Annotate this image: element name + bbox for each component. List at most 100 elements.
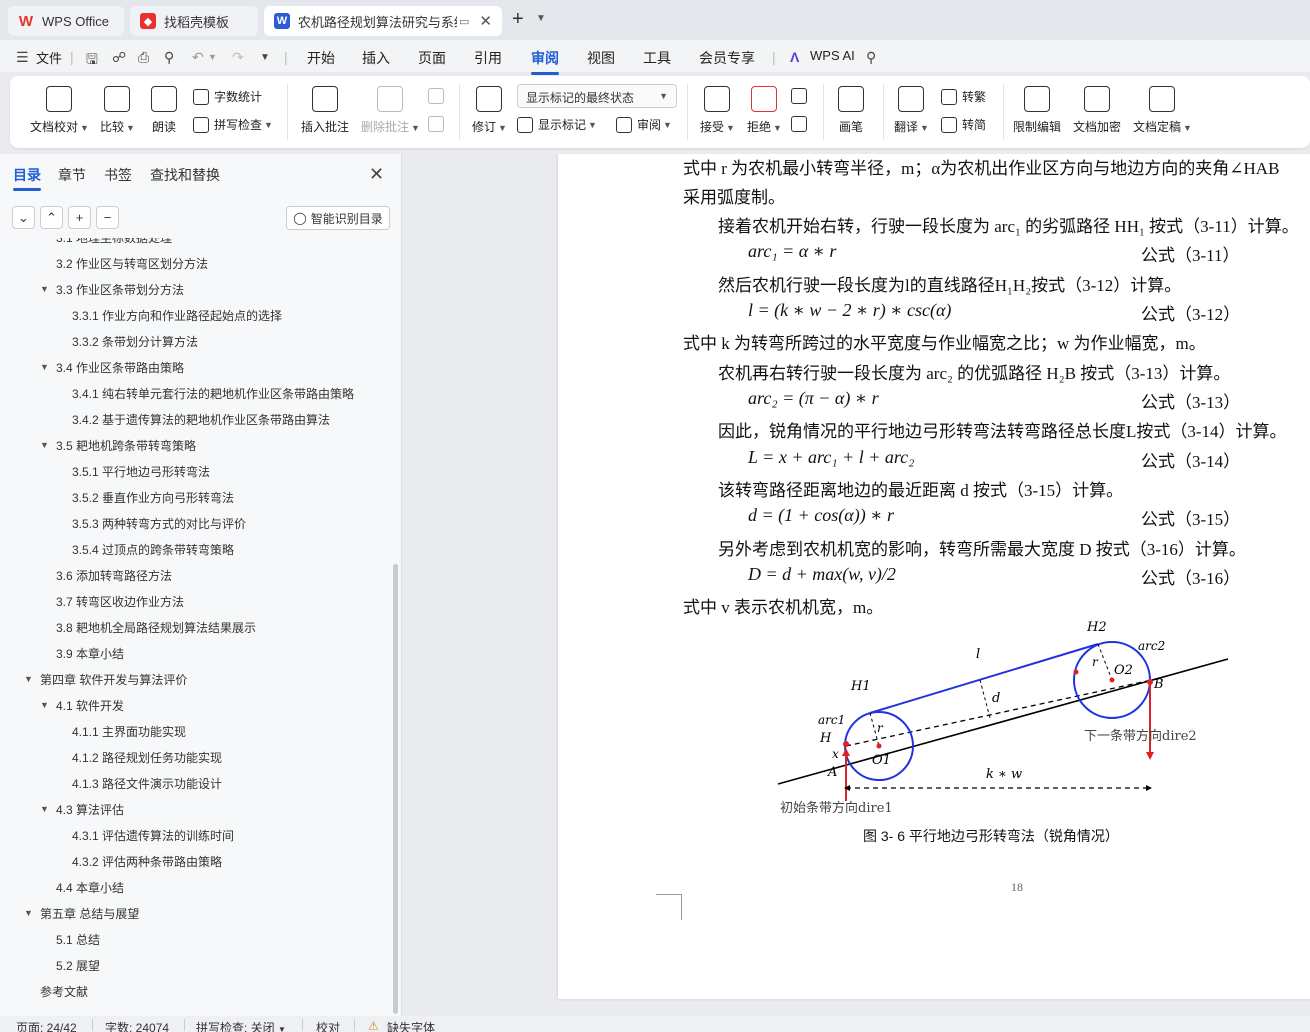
toc-item[interactable]: 4.1.2 路径规划任务功能实现 <box>72 749 222 766</box>
status-page[interactable]: 页面: 24/42 <box>16 1019 77 1032</box>
review-pane-button[interactable]: 审阅 ▼ <box>616 116 672 133</box>
expand-caret-icon[interactable]: ▼ <box>40 700 49 710</box>
markup-state-select[interactable]: 显示标记的最终状态 ▼ <box>517 84 677 108</box>
quick-access-more-icon[interactable]: ▼ <box>260 52 270 63</box>
redo-icon[interactable]: ↷ <box>232 49 244 66</box>
to-simplified-button[interactable]: 转简 <box>941 116 986 133</box>
expand-caret-icon[interactable]: ▼ <box>40 362 49 372</box>
undo-dropdown-icon[interactable]: ▼ <box>208 52 217 62</box>
toc-item[interactable]: 3.5.1 平行地边弓形转弯法 <box>72 463 210 480</box>
link-icon[interactable]: ☍ <box>112 49 126 66</box>
expand-caret-icon[interactable]: ▼ <box>24 674 33 684</box>
menu-file[interactable]: 文件 <box>36 48 62 67</box>
tab-find-template[interactable]: ◆ 找稻壳模板 <box>130 6 258 36</box>
menu-tools[interactable]: 工具 <box>643 48 671 68</box>
status-proofread[interactable]: 校对 <box>316 1019 340 1032</box>
hamburger-menu-icon[interactable]: ☰ <box>16 49 29 66</box>
tab-wps-office[interactable]: W WPS Office <box>8 6 124 36</box>
toc-item[interactable]: 3.3.1 作业方向和作业路径起始点的选择 <box>72 307 282 324</box>
search-icon[interactable]: ⚲ <box>866 49 876 66</box>
save-icon[interactable]: 🖫 <box>86 49 98 73</box>
document-page[interactable]: 式中 r 为农机最小转弯半径，m；α为农机出作业区方向与地边方向的夹角∠HAB … <box>558 154 1310 999</box>
toc-item[interactable]: 3.5.3 两种转弯方式的对比与评价 <box>72 515 246 532</box>
toc-item[interactable]: 3.9 本章小结 <box>56 645 124 662</box>
toc-item[interactable]: 第四章 软件开发与算法评价 <box>40 671 187 688</box>
insert-comment-button[interactable]: 插入批注 <box>301 86 349 135</box>
doc-proofread-button[interactable]: 文档校对 ▼ <box>30 86 89 135</box>
toc-item[interactable]: 3.5 耙地机跨条带转弯策略 <box>56 437 196 454</box>
toc-item[interactable]: 第五章 总结与展望 <box>40 905 139 922</box>
toc-item[interactable]: 3.5.2 垂直作业方向弓形转弯法 <box>72 489 234 506</box>
to-traditional-button[interactable]: 转繁 <box>941 88 986 105</box>
tab-sections[interactable]: 章节 <box>58 165 86 185</box>
print-preview-icon[interactable]: ⚲ <box>164 49 174 66</box>
expand-caret-icon[interactable]: ▼ <box>24 908 33 918</box>
toc-item[interactable]: 4.1 软件开发 <box>56 697 124 714</box>
read-aloud-button[interactable]: 朗读 <box>151 86 177 135</box>
status-missing-font[interactable]: 缺失字体 <box>387 1019 435 1032</box>
remove-heading-button[interactable]: − <box>96 206 119 229</box>
menu-wps-ai[interactable]: WPS AI <box>810 48 855 63</box>
toc-item[interactable]: 3.6 添加转弯路径方法 <box>56 567 172 584</box>
toc-item[interactable]: 4.4 本章小结 <box>56 879 124 896</box>
toc-item[interactable]: 3.3.2 条带划分计算方法 <box>72 333 198 350</box>
menu-home[interactable]: 开始 <box>307 48 335 68</box>
collapse-all-button[interactable]: ⌄ <box>12 206 35 229</box>
expand-caret-icon[interactable]: ▼ <box>40 284 49 294</box>
menu-reference[interactable]: 引用 <box>474 48 502 68</box>
tab-list-chevron-icon[interactable]: ▼ <box>536 13 546 24</box>
toc-item[interactable]: 3.4.2 基于遗传算法的耙地机作业区条带路由算法 <box>72 411 330 428</box>
accept-button[interactable]: 接受 ▼ <box>700 86 735 135</box>
toc-item[interactable]: 3.1 地理坐标数据处理 <box>56 238 172 246</box>
expand-caret-icon[interactable]: ▼ <box>40 804 49 814</box>
restrict-edit-button[interactable]: 限制编辑 <box>1013 86 1061 135</box>
menu-member[interactable]: 会员专享 <box>699 48 755 68</box>
doc-finalize-button[interactable]: 文档定稿 ▼ <box>1133 86 1192 135</box>
show-markup-button[interactable]: 显示标记 ▼ <box>517 116 597 133</box>
tab-find-replace[interactable]: 查找和替换 <box>150 165 220 185</box>
toc-item[interactable]: 5.2 展望 <box>56 957 100 974</box>
toc-item[interactable]: 3.4 作业区条带路由策略 <box>56 359 184 376</box>
pen-button[interactable]: 画笔 <box>838 86 864 135</box>
toc-item[interactable]: 3.7 转弯区收边作业方法 <box>56 593 184 610</box>
new-tab-plus-icon[interactable]: + <box>512 8 524 31</box>
toc-item[interactable]: 3.3 作业区条带划分方法 <box>56 281 184 298</box>
toc-item[interactable]: 4.3.2 评估两种条带路由策略 <box>72 853 222 870</box>
status-word-count[interactable]: 字数: 24074 <box>105 1019 169 1032</box>
reject-button[interactable]: 拒绝 ▼ <box>747 86 782 135</box>
add-heading-button[interactable]: + <box>68 206 91 229</box>
menu-page[interactable]: 页面 <box>418 48 446 68</box>
menu-view[interactable]: 视图 <box>587 48 615 68</box>
tab-bookmarks[interactable]: 书签 <box>104 165 132 185</box>
tab-close-icon[interactable]: ✕ <box>479 12 492 30</box>
status-spell-check[interactable]: 拼写检查: 关闭 ▼ <box>196 1019 286 1032</box>
translate-button[interactable]: 翻译 ▼ <box>894 86 929 135</box>
expand-caret-icon[interactable]: ▼ <box>40 440 49 450</box>
toc-item[interactable]: 4.1.3 路径文件演示功能设计 <box>72 775 222 792</box>
word-count-button[interactable]: 字数统计 <box>193 88 262 105</box>
toc-item[interactable]: 3.5.4 过顶点的跨条带转弯策略 <box>72 541 234 558</box>
track-changes-button[interactable]: 修订 ▼ <box>472 86 507 135</box>
toc-item[interactable]: 4.3 算法评估 <box>56 801 124 818</box>
doc-encrypt-button[interactable]: 文档加密 <box>1073 86 1121 135</box>
toc-scrollbar[interactable] <box>393 564 398 1014</box>
toc-item[interactable]: 3.8 耙地机全局路径规划算法结果展示 <box>56 619 256 636</box>
previous-comment-button[interactable] <box>428 88 449 104</box>
next-comment-button[interactable] <box>428 116 449 132</box>
undo-icon[interactable]: ↶ <box>192 49 204 66</box>
toc-item[interactable]: 3.4.1 纯右转单元套行法的耙地机作业区条带路由策略 <box>72 385 354 402</box>
next-change-button[interactable] <box>791 116 812 132</box>
spell-check-button[interactable]: 拼写检查 ▼ <box>193 116 273 133</box>
compare-button[interactable]: 比较 ▼ <box>100 86 135 135</box>
print-icon[interactable]: ⎙ <box>138 49 149 66</box>
delete-comment-button[interactable]: 删除批注 ▼ <box>361 86 420 135</box>
toc-item[interactable]: 参考文献 <box>40 983 88 1000</box>
toc-item[interactable]: 4.3.1 评估遗传算法的训练时间 <box>72 827 234 844</box>
smart-toc-button[interactable]: ◯ 智能识别目录 <box>286 206 390 230</box>
tab-document[interactable]: W 农机路径规划算法研究与系统... ▭ ✕ <box>264 6 502 36</box>
previous-change-button[interactable] <box>791 88 812 104</box>
toc-item[interactable]: 3.2 作业区与转弯区划分方法 <box>56 255 208 272</box>
toc-item[interactable]: 4.1.1 主界面功能实现 <box>72 723 186 740</box>
close-icon[interactable]: ✕ <box>369 164 384 185</box>
toc-item[interactable]: 5.1 总结 <box>56 931 100 948</box>
